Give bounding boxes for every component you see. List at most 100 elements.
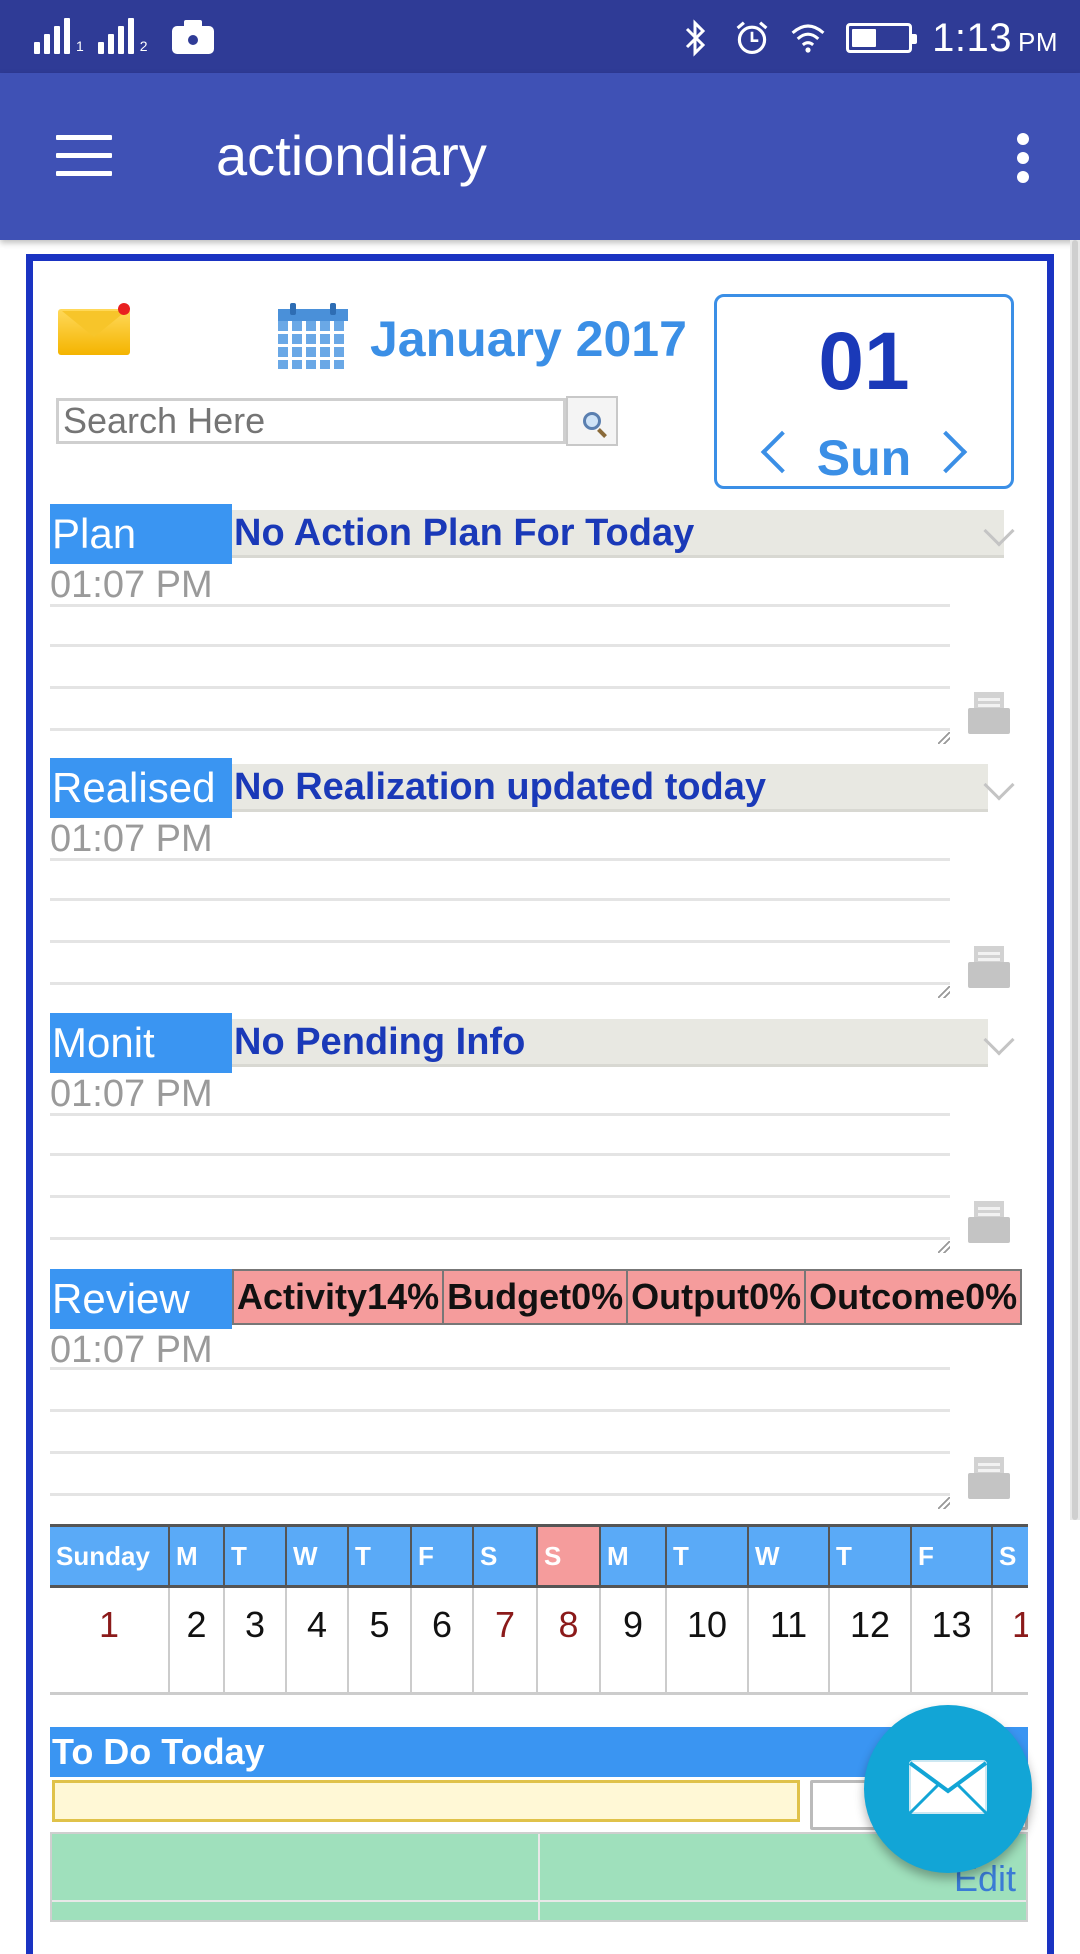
section-label: Review [50, 1269, 232, 1329]
print-icon[interactable] [968, 1201, 1010, 1245]
app-title: actiondiary [216, 124, 487, 187]
day-cell[interactable]: 13 [912, 1588, 993, 1692]
scrollbar[interactable] [1070, 240, 1080, 1520]
weekday-header: F [912, 1527, 993, 1585]
section-realised: Realised No Realization updated today 01… [50, 758, 1050, 998]
weekday-header: T [667, 1527, 749, 1585]
sim1-label: 1 [76, 38, 84, 54]
section-time: 01:07 PM [50, 1073, 213, 1115]
chevron-down-icon[interactable] [983, 769, 1015, 801]
weekday-header-today: S [538, 1527, 601, 1585]
day-cell[interactable]: 11 [749, 1588, 830, 1692]
day-cell[interactable]: 10 [667, 1588, 749, 1692]
wifi-icon [790, 18, 826, 58]
calendar-icon[interactable] [278, 303, 348, 369]
divider [50, 858, 950, 861]
day-cell[interactable]: 6 [412, 1588, 474, 1692]
resize-handle[interactable] [938, 732, 950, 744]
status-time: 1:13 [932, 15, 1012, 60]
print-icon[interactable] [968, 946, 1010, 990]
section-label: Plan [50, 504, 232, 564]
day-cell[interactable]: 2 [170, 1588, 225, 1692]
divider [50, 898, 950, 901]
section-time: 01:07 PM [50, 564, 213, 606]
envelope-icon [908, 1759, 988, 1820]
todo-input[interactable] [52, 1780, 800, 1822]
search-icon [583, 412, 601, 430]
day-cell[interactable]: 3 [225, 1588, 287, 1692]
weekday-header: W [287, 1527, 349, 1585]
weekday-header: T [830, 1527, 912, 1585]
weekday-header: T [349, 1527, 412, 1585]
section-status: No Action Plan For Today [232, 510, 1004, 558]
print-icon[interactable] [968, 692, 1010, 736]
hamburger-icon[interactable] [56, 135, 112, 176]
month-strip-header: Sunday M T W T F S S M T W T F S [50, 1524, 1028, 1588]
day-cell[interactable]: 1 [50, 1588, 170, 1692]
weekday-header: Sunday [50, 1527, 170, 1585]
todo-table: Edit [50, 1832, 1028, 1922]
divider [50, 728, 950, 731]
date-number: 01 [818, 316, 910, 407]
search-button[interactable] [566, 396, 618, 446]
camera-icon [171, 20, 214, 54]
metric-activity: Activity14% [234, 1271, 445, 1323]
day-cell[interactable]: 5 [349, 1588, 412, 1692]
section-monit: Monit No Pending Info 01:07 PM [50, 1013, 1050, 1253]
day-cell[interactable]: 1 [993, 1588, 1028, 1692]
alarm-icon [734, 18, 770, 58]
divider [50, 644, 950, 647]
signal-sim1-icon: 1 [34, 14, 84, 54]
divider [50, 1195, 950, 1198]
divider [50, 1367, 950, 1370]
weekday-header: W [749, 1527, 830, 1585]
search-input[interactable] [56, 398, 566, 444]
weekday-header: T [225, 1527, 287, 1585]
weekday-header: M [601, 1527, 667, 1585]
status-right-icons: 1:13 PM [678, 10, 1058, 66]
chevron-down-icon[interactable] [983, 1024, 1015, 1056]
compose-fab[interactable] [864, 1705, 1032, 1873]
divider [50, 1493, 950, 1496]
app-bar: actiondiary [0, 73, 1080, 240]
resize-handle[interactable] [938, 1497, 950, 1509]
section-status: No Realization updated today [232, 764, 988, 812]
day-name: Sun [816, 430, 912, 486]
section-label: Monit [50, 1013, 232, 1073]
resize-handle[interactable] [938, 986, 950, 998]
section-plan: Plan No Action Plan For Today 01:07 PM [50, 504, 1050, 744]
section-label: Realised [50, 758, 232, 818]
month-title[interactable]: January 2017 [370, 310, 687, 368]
overflow-menu-icon[interactable] [1016, 133, 1030, 183]
day-cell[interactable]: 8 [538, 1588, 601, 1692]
divider [50, 982, 950, 985]
section-time: 01:07 PM [50, 818, 213, 860]
battery-icon [846, 23, 918, 53]
month-strip-days: 1 2 3 4 5 6 7 8 9 10 11 12 13 1 [50, 1588, 1028, 1695]
month-strip: Sunday M T W T F S S M T W T F S 1 2 3 4… [50, 1524, 1028, 1698]
divider [50, 1153, 950, 1156]
mail-icon[interactable] [58, 303, 130, 355]
day-cell[interactable]: 12 [830, 1588, 912, 1692]
date-picker: 01 Sun [714, 294, 1014, 489]
print-icon[interactable] [968, 1457, 1010, 1501]
divider [50, 1113, 950, 1116]
weekday-header: S [474, 1527, 538, 1585]
notification-dot [118, 303, 130, 315]
weekday-header: M [170, 1527, 225, 1585]
day-cell[interactable]: 9 [601, 1588, 667, 1692]
resize-handle[interactable] [938, 1241, 950, 1253]
section-status: No Pending Info [232, 1019, 988, 1067]
section-review: Review Activity14% Budget0% Output0% Out… [50, 1269, 1050, 1509]
day-cell[interactable]: 4 [287, 1588, 349, 1692]
status-bar: 1 2 1:13 PM [0, 0, 1080, 73]
review-metrics: Activity14% Budget0% Output0% Outcome0% [232, 1269, 1023, 1325]
divider [50, 1409, 950, 1412]
day-cell[interactable]: 7 [474, 1588, 538, 1692]
weekday-header: F [412, 1527, 474, 1585]
bluetooth-icon [678, 18, 714, 58]
metric-output: Output0% [628, 1271, 807, 1323]
divider [50, 940, 950, 943]
status-ampm: PM [1018, 26, 1058, 57]
divider [50, 1237, 950, 1240]
